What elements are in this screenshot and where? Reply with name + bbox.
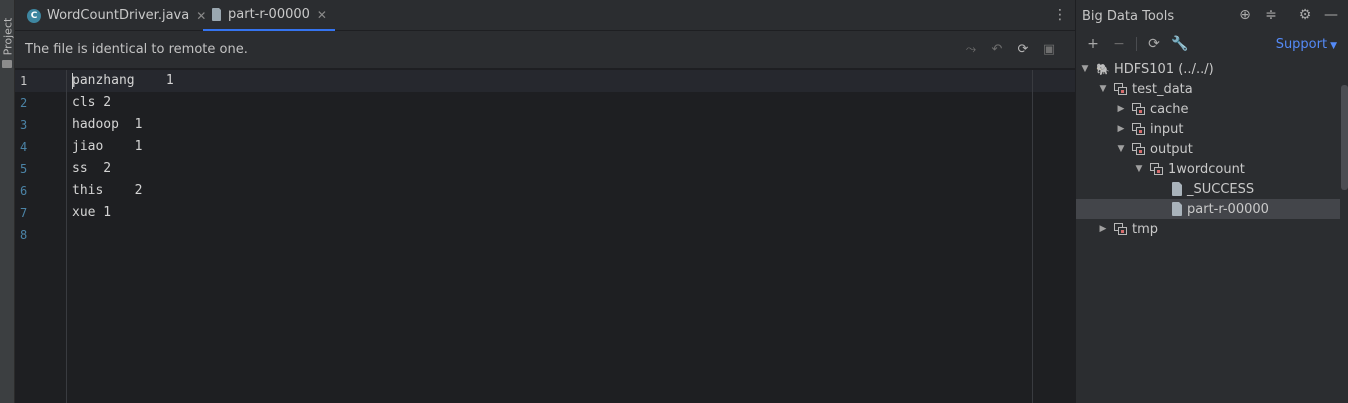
chevron-right-icon[interactable]: ▶: [1098, 224, 1108, 234]
refresh-icon[interactable]: ⟳: [1145, 35, 1163, 53]
hdfs-folder-icon: [1132, 102, 1146, 116]
project-label: Project: [1, 17, 15, 56]
code-line[interactable]: hadoop 1: [72, 114, 1032, 136]
tree-item-label: cache: [1150, 101, 1189, 117]
chevron-right-icon[interactable]: ▶: [1116, 104, 1126, 114]
chevron-down-icon[interactable]: ▼: [1134, 164, 1144, 174]
line-number: 6: [20, 184, 28, 198]
hdfs-tree: ▼ 🐘 HDFS101 (../../) ▼ test_data ▶ cache…: [1076, 59, 1348, 239]
line-number-gutter: 1 2 3 4 5 6 7 8: [15, 70, 67, 403]
text-caret: [72, 73, 73, 89]
revert-icon[interactable]: ↶: [989, 41, 1005, 57]
tree-item-label: _SUCCESS: [1187, 181, 1255, 197]
line-number: 2: [20, 96, 28, 110]
gutter-divider: [66, 70, 67, 403]
hdfs-folder-icon: [1132, 122, 1146, 136]
tree-item-cache[interactable]: ▶ cache: [1076, 99, 1348, 119]
line-number: 4: [20, 140, 28, 154]
info-message: The file is identical to remote one.: [25, 42, 248, 57]
tree-item-label: tmp: [1132, 221, 1159, 237]
remote-file-info-bar: The file is identical to remote one. ⤳ ↶…: [15, 31, 1075, 69]
support-dropdown[interactable]: Support ▼: [1276, 37, 1337, 52]
add-icon[interactable]: +: [1084, 35, 1102, 53]
panel-header: Big Data Tools ⊕ ≑ ⚙ —: [1076, 0, 1348, 31]
line-number: 5: [20, 162, 28, 176]
project-folder-icon: [2, 60, 12, 68]
hdfs-elephant-icon: 🐘: [1096, 62, 1110, 76]
chevron-down-icon[interactable]: ▼: [1116, 144, 1126, 154]
tree-item-label: input: [1150, 121, 1184, 137]
chevron-down-icon: ▼: [1330, 41, 1337, 51]
code-line[interactable]: jiao 1: [72, 136, 1032, 158]
line-number: 8: [20, 228, 28, 242]
remove-icon[interactable]: −: [1110, 35, 1128, 53]
merge-icon[interactable]: ⤳: [963, 41, 979, 57]
chevron-right-icon[interactable]: ▶: [1116, 124, 1126, 134]
code-line[interactable]: this 2: [72, 180, 1032, 202]
tree-item-hdfs101[interactable]: ▼ 🐘 HDFS101 (../../): [1076, 59, 1348, 79]
class-c-icon: C: [27, 8, 41, 23]
tree-item-label: test_data: [1132, 81, 1193, 97]
panel-header-actions: ⊕ ≑ ⚙ —: [1237, 7, 1339, 23]
tab-label: part-r-00000: [228, 7, 310, 22]
tree-item-input[interactable]: ▶ input: [1076, 119, 1348, 139]
code-line[interactable]: [72, 224, 1032, 246]
tab-label: WordCountDriver.java: [47, 8, 190, 23]
line-number: 3: [20, 118, 28, 132]
wrench-icon[interactable]: 🔧: [1171, 35, 1189, 53]
big-data-tools-panel: Big Data Tools ⊕ ≑ ⚙ — + − ⟳ 🔧 Support ▼ …: [1075, 0, 1348, 403]
left-tool-strip: Project: [0, 0, 15, 403]
tree-item-part-r-00000[interactable]: part-r-00000: [1076, 199, 1348, 219]
tree-item-test-data[interactable]: ▼ test_data: [1076, 79, 1348, 99]
target-icon[interactable]: ⊕: [1237, 7, 1253, 23]
chevron-down-icon[interactable]: ▼: [1098, 84, 1108, 94]
editor-area: C WordCountDriver.java ✕ part-r-00000 ✕ …: [15, 0, 1075, 403]
panel-toolbar: + − ⟳ 🔧 Support ▼: [1076, 31, 1348, 58]
tree-item-label: output: [1150, 141, 1193, 157]
minimize-icon[interactable]: —: [1323, 7, 1339, 23]
chevron-down-icon[interactable]: ▼: [1080, 64, 1090, 74]
code-line[interactable]: cls 2: [72, 92, 1032, 114]
code-editor[interactable]: 1 2 3 4 5 6 7 8 panzhang 1 cls 2 hadoop …: [15, 70, 1075, 403]
info-actions: ⤳ ↶ ⟳ ▣: [963, 41, 1057, 57]
close-icon[interactable]: ✕: [317, 8, 327, 22]
tab-part-r-00000[interactable]: part-r-00000 ✕: [203, 0, 335, 31]
toolbar-separator: [1136, 37, 1137, 51]
remote-file-icon: [211, 7, 222, 22]
hdfs-folder-icon: [1114, 222, 1128, 236]
right-margin-guide: [1032, 70, 1033, 403]
collapse-all-icon[interactable]: ≑: [1263, 7, 1279, 23]
tree-item-output[interactable]: ▼ output: [1076, 139, 1348, 159]
gear-icon[interactable]: ⚙: [1297, 7, 1313, 23]
panel-title: Big Data Tools: [1082, 9, 1175, 24]
code-line[interactable]: panzhang 1: [72, 70, 1032, 92]
code-lines[interactable]: panzhang 1 cls 2 hadoop 1 jiao 1 ss 2 th…: [72, 70, 1032, 246]
tree-item-label: part-r-00000: [1187, 201, 1269, 217]
file-icon: [1172, 202, 1183, 216]
line-number: 7: [20, 206, 28, 220]
panel-toolbar-actions: + − ⟳ 🔧: [1084, 35, 1189, 53]
line-number: 1: [20, 74, 28, 88]
file-icon: [1172, 182, 1183, 196]
hdfs-folder-icon: [1114, 82, 1128, 96]
tree-item-success[interactable]: _SUCCESS: [1076, 179, 1348, 199]
tree-item-tmp[interactable]: ▶ tmp: [1076, 219, 1348, 239]
code-line[interactable]: xue 1: [72, 202, 1032, 224]
tab-wordcountdriver[interactable]: C WordCountDriver.java ✕: [19, 0, 214, 31]
tree-item-1wordcount[interactable]: ▼ 1wordcount: [1076, 159, 1348, 179]
hdfs-folder-icon: [1150, 162, 1164, 176]
save-icon[interactable]: ▣: [1041, 41, 1057, 57]
more-tabs-icon[interactable]: ⋮: [1053, 7, 1067, 23]
reload-icon[interactable]: ⟳: [1015, 41, 1031, 57]
code-line[interactable]: ss 2: [72, 158, 1032, 180]
tree-item-label: HDFS101 (../../): [1114, 61, 1214, 77]
vertical-scrollbar[interactable]: [1341, 85, 1348, 190]
project-tool-button[interactable]: Project: [0, 8, 15, 68]
editor-tab-bar: C WordCountDriver.java ✕ part-r-00000 ✕ …: [15, 0, 1075, 31]
hdfs-folder-icon: [1132, 142, 1146, 156]
tree-item-label: 1wordcount: [1168, 161, 1245, 177]
support-label: Support: [1275, 37, 1328, 52]
